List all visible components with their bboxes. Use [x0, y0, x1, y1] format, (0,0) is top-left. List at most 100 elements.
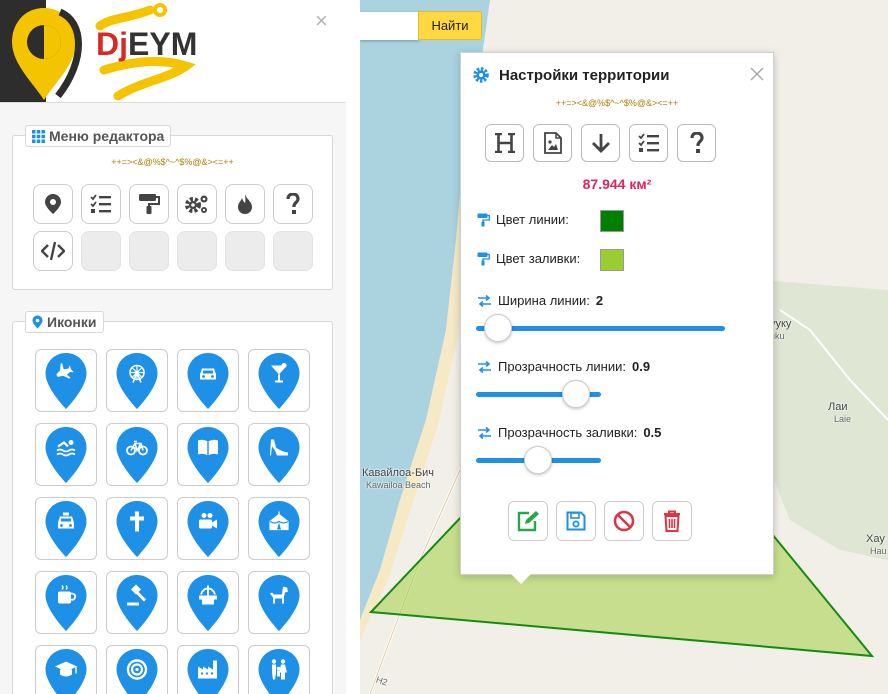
close-icon[interactable] [750, 67, 764, 81]
search-input[interactable] [360, 12, 419, 40]
marker-fountain-button[interactable] [177, 571, 239, 634]
map-label-kawailoa-en: Kawailoa Beach [366, 480, 431, 490]
empty-tool-slot [273, 231, 313, 271]
ferris-wheel-icon [116, 352, 158, 409]
marker-circus-tent-button[interactable] [248, 497, 310, 560]
icons-panel: Иконки [12, 311, 333, 694]
gavel-icon [116, 574, 158, 631]
fill-color-row: Цвет заливки: [477, 251, 580, 266]
editor-menu-title: Меню редактора [49, 128, 165, 144]
factory-icon [187, 648, 229, 694]
marker-ferris-wheel-button[interactable] [106, 349, 168, 412]
help-tool-button[interactable] [273, 184, 313, 224]
map-label-laie: Лаи [828, 401, 848, 413]
logo-text: DjEYM [96, 26, 197, 63]
icons-legend: Иконки [25, 311, 104, 333]
line-width-slider-thumb[interactable] [484, 314, 512, 342]
fill-opacity-value: 0.5 [643, 425, 662, 440]
marker-gavel-button[interactable] [106, 571, 168, 634]
save-button[interactable] [556, 501, 596, 541]
line-width-value: 2 [595, 293, 604, 308]
arrow-down-icon [591, 134, 610, 153]
marker-factory-button[interactable] [177, 645, 239, 694]
line-opacity-row: Прозрачность линии: 0.9 [477, 359, 650, 374]
target-icon [116, 648, 158, 694]
marker-video-camera-button[interactable] [177, 497, 239, 560]
map-label-hau-en: Hau [870, 546, 887, 556]
line-color-row: Цвет линии: [477, 212, 569, 227]
heatmap-tool-button[interactable] [225, 184, 265, 224]
paint-tool-button[interactable] [129, 184, 169, 224]
line-opacity-label: Прозрачность линии: [498, 359, 626, 374]
checklist-icon [637, 133, 659, 152]
help-button[interactable] [677, 124, 716, 162]
dog-icon [258, 574, 300, 631]
line-width-row: Ширина линии: 2 [477, 293, 603, 308]
heading-button[interactable] [485, 124, 524, 162]
marker-coffee-button[interactable] [35, 571, 97, 634]
marker-car-button[interactable] [177, 349, 239, 412]
cancel-icon [613, 510, 635, 532]
marker-book-button[interactable] [177, 423, 239, 486]
question-icon [286, 193, 300, 214]
trash-icon [664, 510, 680, 532]
image-button[interactable] [533, 124, 572, 162]
settings-tool-button[interactable] [177, 184, 217, 224]
close-sidebar-button[interactable]: × [315, 10, 328, 32]
marker-cocktail-button[interactable] [248, 349, 310, 412]
line-width-label: Ширина линии: [498, 293, 590, 308]
graduation-cap-icon [45, 648, 87, 694]
marker-family-button[interactable] [248, 645, 310, 694]
logo-text-right: EYM [128, 26, 198, 62]
delete-button[interactable] [652, 501, 692, 541]
marker-taxi-button[interactable] [35, 497, 97, 560]
line-opacity-slider-thumb[interactable] [562, 380, 590, 408]
paint-roller-icon [477, 252, 490, 265]
marker-bicycle-button[interactable] [106, 423, 168, 486]
fountain-icon [187, 574, 229, 631]
code-tool-button[interactable] [33, 231, 73, 271]
fill-opacity-slider-thumb[interactable] [524, 446, 552, 474]
map-label-laie-en: Laie [834, 414, 852, 424]
exchange-icon [478, 426, 491, 439]
checklist-tool-button[interactable] [81, 184, 121, 224]
sidebar: DjEYM × Меню редактора ++=><&@%$^~^$%@&>… [0, 0, 346, 694]
empty-tool-slot [177, 231, 217, 271]
line-color-swatch[interactable] [600, 210, 624, 232]
edit-button[interactable] [508, 501, 548, 541]
bicycle-icon [116, 426, 158, 483]
fill-opacity-row: Прозрачность заливки: 0.5 [477, 425, 661, 440]
line-width-slider-track[interactable] [476, 326, 725, 331]
move-down-button[interactable] [581, 124, 620, 162]
marker-swimming-button[interactable] [35, 423, 97, 486]
cancel-button[interactable] [604, 501, 644, 541]
video-camera-icon [187, 500, 229, 557]
cocktail-icon [258, 352, 300, 409]
map-label-hau: Хау [866, 533, 885, 545]
editor-menu-legend: Меню редактора [25, 125, 172, 147]
image-file-icon [543, 132, 562, 154]
marker-airplane-button[interactable] [35, 349, 97, 412]
exchange-icon [478, 294, 491, 307]
territory-area: 87.944 км² [582, 176, 652, 192]
empty-tool-slot [225, 231, 265, 271]
cross-icon [116, 500, 158, 557]
search-button[interactable]: Найти [418, 11, 482, 40]
marker-high-heel-button[interactable] [248, 423, 310, 486]
empty-tool-slot [81, 231, 121, 271]
marker-cross-button[interactable] [106, 497, 168, 560]
book-icon [187, 426, 229, 483]
empty-tool-slot [129, 231, 169, 271]
map-label-kawailoa: Кавайлоа-Бич [362, 467, 435, 479]
editor-menu-code: ++=><&@%$^~^$%@&><=++ [111, 157, 234, 167]
marker-dog-button[interactable] [248, 571, 310, 634]
checklist-button[interactable] [629, 124, 668, 162]
swimming-icon [45, 426, 87, 483]
fill-color-swatch[interactable] [600, 249, 624, 271]
line-color-label: Цвет линии: [496, 212, 569, 227]
gear-icon [473, 67, 489, 83]
line-opacity-value: 0.9 [631, 359, 651, 374]
marker-target-button[interactable] [106, 645, 168, 694]
location-tool-button[interactable] [33, 184, 73, 224]
marker-graduation-cap-button[interactable] [35, 645, 97, 694]
